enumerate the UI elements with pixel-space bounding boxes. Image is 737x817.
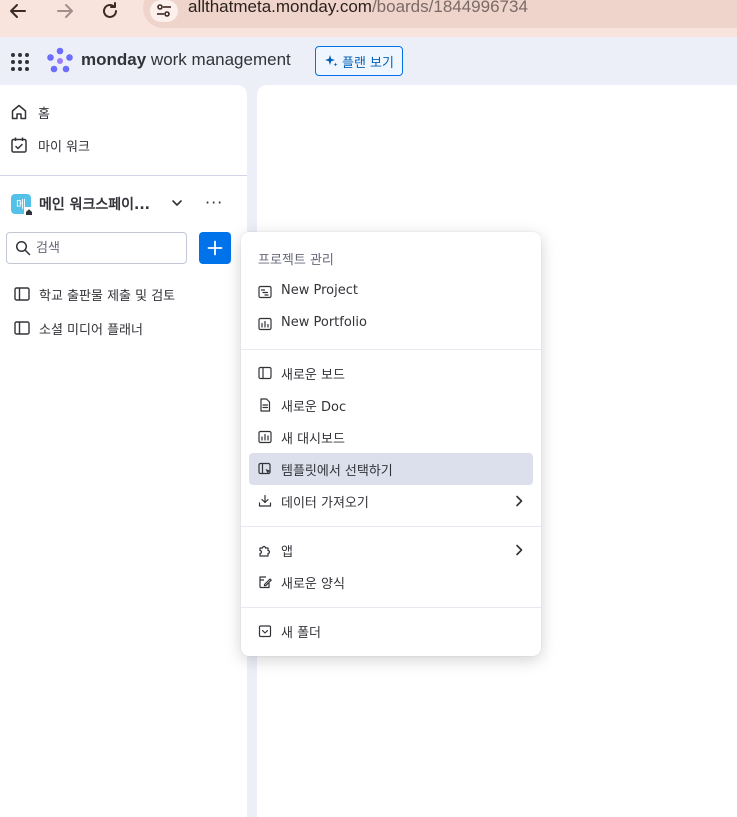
- back-button[interactable]: [6, 0, 30, 22]
- import-icon: [258, 494, 272, 508]
- board-icon: [258, 366, 272, 380]
- url-text: allthatmeta.monday.com/boards/1844996734: [188, 0, 528, 17]
- sidebar-item-my-work[interactable]: 마이 워크: [0, 131, 247, 159]
- brand-bold: monday: [81, 50, 147, 69]
- board-icon: [14, 320, 30, 336]
- menu-item-label: New Portfolio: [281, 315, 367, 330]
- forward-button[interactable]: [53, 0, 77, 22]
- template-icon: [258, 462, 272, 476]
- menu-divider: [241, 526, 541, 527]
- view-plans-button[interactable]: 플랜 보기: [315, 46, 403, 76]
- board-item-social-media-planner[interactable]: 소셜 미디어 플래너: [0, 314, 247, 342]
- menu-item-new-project[interactable]: New Project: [249, 276, 533, 308]
- reload-icon: [103, 2, 117, 18]
- search-icon: [15, 240, 31, 256]
- project-icon: [258, 285, 272, 299]
- sidebar-item-label: 마이 워크: [38, 139, 90, 155]
- brand-rest: work management: [146, 50, 291, 69]
- chevron-right-icon: [513, 543, 525, 557]
- menu-item-choose-template[interactable]: 템플릿에서 선택하기: [249, 453, 533, 485]
- url-path: /boards/1844996734: [371, 0, 528, 16]
- left-sidebar: 홈 마이 워크 메 메인 워크스페이... ··· 학교 출판물 제출 및 검토…: [0, 85, 247, 817]
- sidebar-item-label: 홈: [38, 106, 50, 122]
- menu-item-new-portfolio[interactable]: New Portfolio: [249, 308, 533, 340]
- menu-item-new-folder[interactable]: 새 폴더: [249, 615, 533, 647]
- arrow-left-icon: [10, 4, 26, 18]
- menu-item-new-doc[interactable]: 새로운 Doc: [249, 389, 533, 421]
- menu-item-new-board[interactable]: 새로운 보드: [249, 357, 533, 389]
- reload-button[interactable]: [98, 0, 122, 22]
- menu-item-label: 앱: [281, 545, 293, 560]
- sparkle-icon: [325, 55, 338, 67]
- home-icon: [10, 103, 28, 121]
- menu-item-label: 새 폴더: [281, 626, 322, 641]
- brand-name: monday work management: [81, 50, 291, 70]
- menu-item-label: 새 대시보드: [281, 432, 345, 447]
- menu-item-label: 새로운 양식: [281, 577, 345, 592]
- calendar-check-icon: [10, 136, 28, 154]
- menu-item-new-dashboard[interactable]: 새 대시보드: [249, 421, 533, 453]
- portfolio-icon: [258, 317, 272, 331]
- board-icon: [14, 286, 30, 302]
- view-plans-label: 플랜 보기: [342, 55, 394, 71]
- browser-toolbar: allthatmeta.monday.com/boards/1844996734: [0, 0, 737, 37]
- board-item-label: 학교 출판물 제출 및 검토: [39, 289, 176, 304]
- url-host: allthatmeta.monday.com: [188, 0, 372, 16]
- board-item-school-publications[interactable]: 학교 출판물 제출 및 검토: [0, 280, 247, 308]
- chevron-down-icon[interactable]: [170, 196, 184, 210]
- grid-icon: [11, 53, 29, 71]
- menu-item-new-form[interactable]: 새로운 양식: [249, 566, 533, 598]
- board-item-label: 소셜 미디어 플래너: [39, 323, 143, 338]
- plus-icon: [207, 240, 223, 256]
- app-header: monday work management 플랜 보기: [0, 37, 737, 85]
- chevron-right-icon: [513, 494, 525, 508]
- workspace-home-icon: [24, 207, 34, 217]
- doc-icon: [258, 398, 272, 412]
- monday-logo-icon: [46, 47, 74, 75]
- puzzle-icon: [258, 543, 272, 557]
- site-info-button[interactable]: [150, 0, 178, 22]
- menu-divider: [241, 607, 541, 608]
- workspace-name[interactable]: 메인 워크스페이...: [39, 194, 150, 214]
- menu-divider: [241, 349, 541, 350]
- arrow-right-icon: [57, 4, 73, 18]
- folder-icon: [258, 624, 272, 638]
- add-item-button[interactable]: [199, 232, 231, 264]
- menu-item-label: 새로운 보드: [281, 368, 345, 383]
- menu-item-label: 데이터 가져오기: [281, 496, 369, 511]
- form-icon: [258, 575, 272, 589]
- sidebar-divider: [0, 175, 247, 176]
- search-input[interactable]: [36, 238, 181, 258]
- workspace-more-button[interactable]: ···: [205, 193, 223, 212]
- menu-item-import-data[interactable]: 데이터 가져오기: [249, 485, 533, 517]
- menu-section-header: 프로젝트 관리: [258, 253, 334, 268]
- apps-menu-button[interactable]: [10, 52, 30, 72]
- menu-item-label: 새로운 Doc: [281, 400, 347, 415]
- menu-item-label: New Project: [281, 283, 358, 298]
- sidebar-search[interactable]: [6, 232, 187, 264]
- menu-item-label: 템플릿에서 선택하기: [281, 464, 393, 479]
- menu-item-apps[interactable]: 앱: [249, 534, 533, 566]
- sidebar-item-home[interactable]: 홈: [0, 98, 247, 126]
- dashboard-icon: [258, 430, 272, 444]
- add-new-menu: 프로젝트 관리 New Project New Portfolio 새로운 보드…: [241, 232, 541, 656]
- tune-icon: [157, 4, 171, 17]
